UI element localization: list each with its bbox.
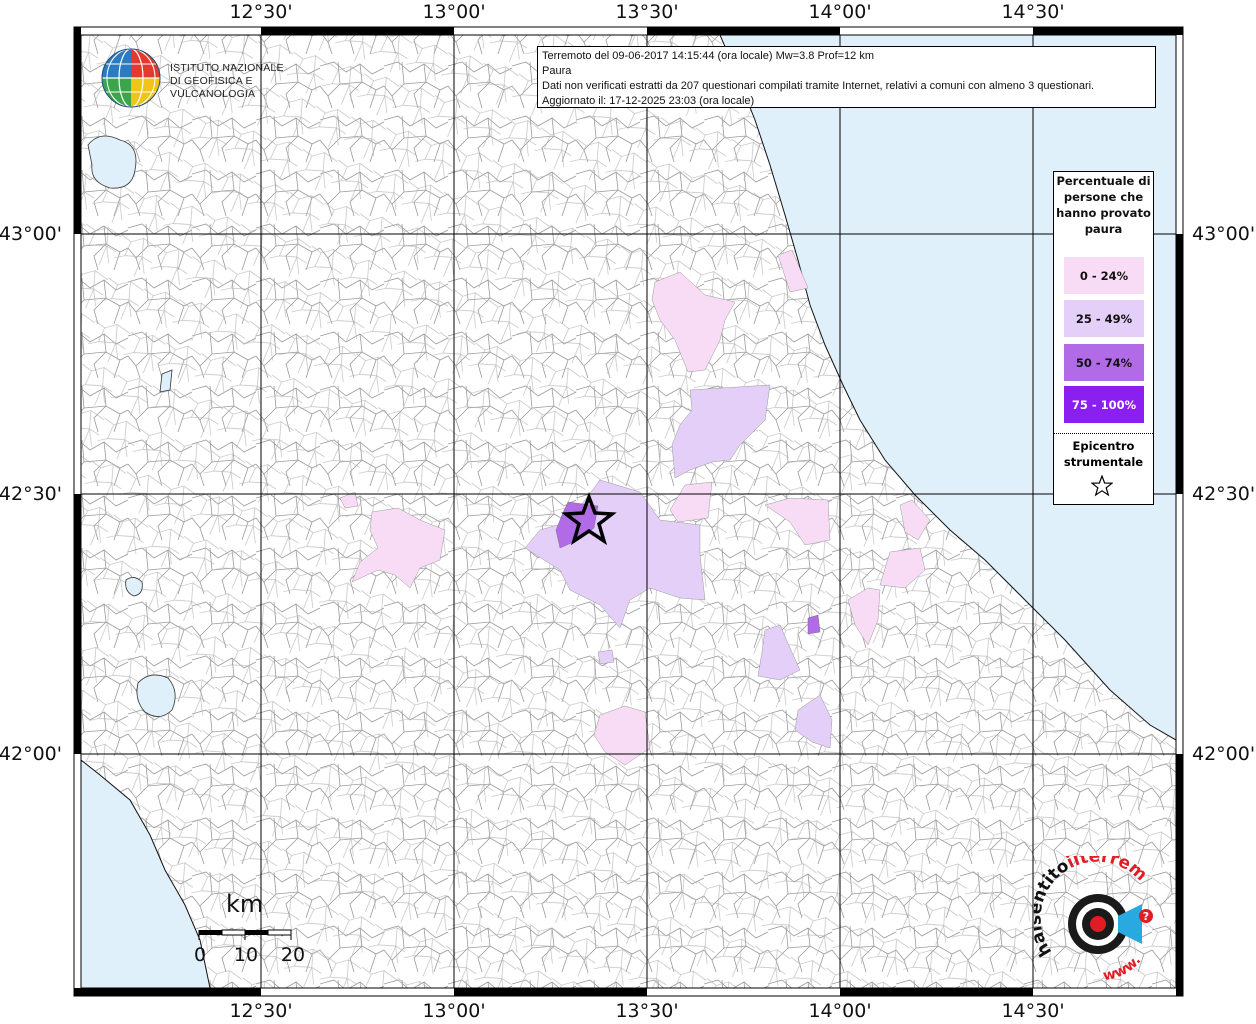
scale-bar: km 0 10 20 bbox=[190, 890, 310, 970]
event-title: Terremoto del 09-06-2017 14:15:44 (ora l… bbox=[542, 50, 875, 62]
scale-label: 10 bbox=[233, 944, 259, 966]
haisentito-logo: haisentitoilterremoto.it www. ? bbox=[1025, 841, 1170, 992]
legend-item: 75 - 100% bbox=[1064, 386, 1144, 423]
lon-tick-bottom: 13°00' bbox=[422, 1000, 486, 1022]
lat-tick-left: 42°00' bbox=[0, 743, 62, 765]
lon-tick-bottom: 12°30' bbox=[229, 1000, 293, 1022]
ingv-name-line2: DI GEOFISICA E VULCANOLOGIA bbox=[170, 75, 256, 100]
legend-item: 0 - 24% bbox=[1064, 257, 1144, 294]
lat-tick-right: 42°00' bbox=[1192, 743, 1256, 765]
lon-tick-top: 13°00' bbox=[422, 1, 486, 23]
data-note: Dati non verificati estratti da 207 ques… bbox=[542, 80, 1095, 92]
ingv-logo: ISTITUTO NAZIONALE DI GEOFISICA E VULCAN… bbox=[100, 47, 320, 111]
lon-tick-top: 14°00' bbox=[808, 1, 872, 23]
haisentito-graphic: haisentitoilterremoto.it www. ? bbox=[1025, 841, 1153, 984]
ingv-name-line1: ISTITUTO NAZIONALE bbox=[170, 62, 284, 74]
map-figure: 12°30' 13°00' 13°30' 14°00' 14°30' 12°30… bbox=[0, 0, 1256, 1024]
lon-tick-top: 14°30' bbox=[1001, 1, 1065, 23]
lat-tick-right: 42°30' bbox=[1192, 483, 1256, 505]
lat-tick-right: 43°00' bbox=[1192, 223, 1256, 245]
legend-item: 50 - 74% bbox=[1064, 344, 1144, 381]
star-icon bbox=[1091, 475, 1113, 497]
lon-tick-bottom: 14°30' bbox=[1001, 1000, 1065, 1022]
legend-item-label: 0 - 24% bbox=[1079, 268, 1129, 283]
lat-tick-left: 42°30' bbox=[0, 483, 62, 505]
event-info-box: Terremoto del 09-06-2017 14:15:44 (ora l… bbox=[537, 46, 1156, 108]
legend: Percentuale di persone che hanno provato… bbox=[1053, 171, 1154, 505]
lon-tick-top: 13°30' bbox=[615, 1, 679, 23]
legend-item: 25 - 49% bbox=[1064, 300, 1144, 337]
scale-label: 20 bbox=[280, 944, 306, 966]
lon-tick-bottom: 14°00' bbox=[808, 1000, 872, 1022]
globe-icon bbox=[101, 48, 161, 108]
lat-tick-left: 43°00' bbox=[0, 223, 62, 245]
update-time: Aggiornato il: 17-12-2025 23:03 (ora loc… bbox=[542, 95, 755, 107]
legend-divider bbox=[1054, 433, 1153, 434]
svg-text:www.: www. bbox=[1102, 952, 1145, 984]
scale-unit: km bbox=[226, 890, 264, 918]
question-mark-icon: ? bbox=[1143, 910, 1149, 923]
legend-title: Percentuale di persone che hanno provato… bbox=[1056, 174, 1151, 236]
felt-area bbox=[807, 614, 821, 635]
legend-item-label: 75 - 100% bbox=[1071, 397, 1137, 412]
haisentito-www: www. bbox=[1102, 952, 1145, 984]
legend-item-label: 25 - 49% bbox=[1075, 311, 1133, 326]
map-parameter: Paura bbox=[542, 65, 572, 77]
felt-area bbox=[597, 649, 615, 665]
lon-tick-top: 12°30' bbox=[229, 1, 293, 23]
scale-label: 0 bbox=[193, 944, 207, 966]
legend-item-label: 50 - 74% bbox=[1075, 355, 1133, 370]
ingv-name: ISTITUTO NAZIONALE DI GEOFISICA E VULCAN… bbox=[170, 62, 320, 101]
lon-tick-bottom: 13°30' bbox=[615, 1000, 679, 1022]
epicenter-label: Epicentro strumentale bbox=[1063, 439, 1144, 469]
